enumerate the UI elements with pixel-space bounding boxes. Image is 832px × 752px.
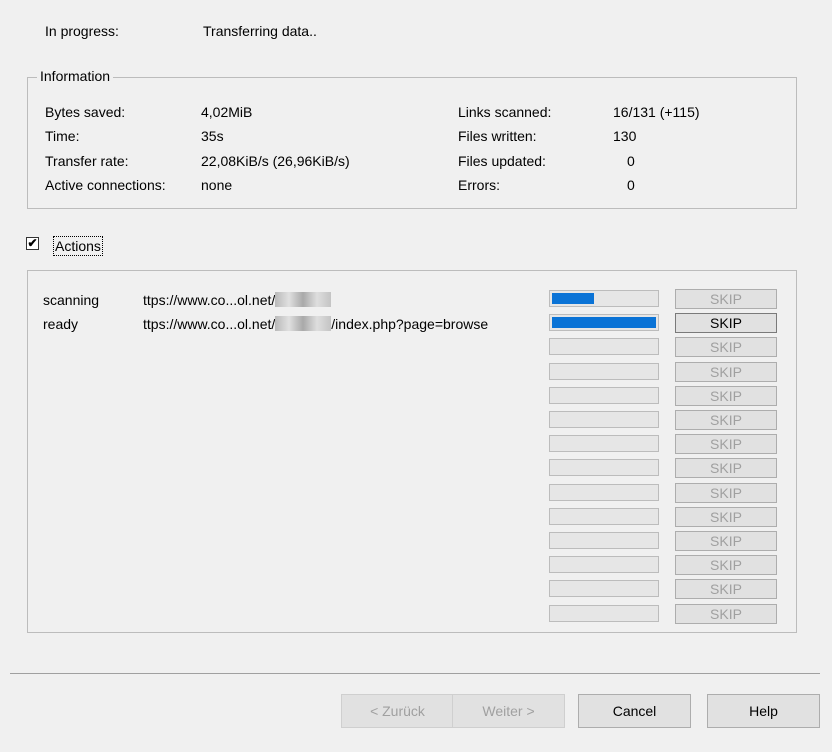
task-progress-bar xyxy=(549,435,659,452)
skip-button[interactable]: SKIP xyxy=(675,458,777,478)
next-button[interactable]: Weiter > xyxy=(452,694,565,728)
progress-fill xyxy=(552,293,594,304)
progress-fill xyxy=(552,317,656,328)
task-progress-bar xyxy=(549,363,659,380)
skip-button[interactable]: SKIP xyxy=(675,555,777,575)
time-value: 35s xyxy=(201,128,224,144)
files-written-label: Files written: xyxy=(458,128,537,144)
bytes-saved-label: Bytes saved: xyxy=(45,104,126,120)
task-progress-bar xyxy=(549,290,659,307)
task-progress-bar xyxy=(549,484,659,501)
skip-button[interactable]: SKIP xyxy=(675,362,777,382)
skip-button[interactable]: SKIP xyxy=(675,483,777,503)
links-scanned-label: Links scanned: xyxy=(458,104,552,120)
skip-button[interactable]: SKIP xyxy=(675,386,777,406)
task-progress-bar xyxy=(549,314,659,331)
cancel-button[interactable]: Cancel xyxy=(578,694,691,728)
task-progress-bar xyxy=(549,580,659,597)
actions-checkbox-label[interactable]: Actions xyxy=(53,236,103,256)
skip-button[interactable]: SKIP xyxy=(675,604,777,624)
skip-button[interactable]: SKIP xyxy=(675,410,777,430)
task-progress-bar xyxy=(549,556,659,573)
active-connections-value: none xyxy=(201,177,233,193)
task-progress-bar xyxy=(549,459,659,476)
skip-button[interactable]: SKIP xyxy=(675,434,777,454)
skip-button[interactable]: SKIP xyxy=(675,337,777,357)
task-progress-bar xyxy=(549,508,659,525)
status-value: Transferring data.. xyxy=(203,23,317,39)
time-label: Time: xyxy=(45,128,80,144)
bytes-saved-value: 4,02MiB xyxy=(201,104,253,120)
task-url: ttps://www.co...ol.net//index.php?page=b… xyxy=(143,316,489,332)
errors-value: 0 xyxy=(627,177,635,193)
errors-label: Errors: xyxy=(458,177,500,193)
help-button[interactable]: Help xyxy=(707,694,820,728)
checkmark-icon: ✔ xyxy=(27,236,38,250)
task-progress-bar xyxy=(549,338,659,355)
links-scanned-value: 16/131 (+115) xyxy=(613,104,700,120)
skip-button[interactable]: SKIP xyxy=(675,531,777,551)
redacted-segment xyxy=(275,292,332,307)
files-updated-label: Files updated: xyxy=(458,153,546,169)
active-connections-label: Active connections: xyxy=(45,177,166,193)
task-url: ttps://www.co...ol.net/ xyxy=(143,292,332,308)
actions-checkbox[interactable]: ✔ xyxy=(26,237,39,250)
files-written-value: 130 xyxy=(613,128,637,144)
transfer-rate-label: Transfer rate: xyxy=(45,153,129,169)
separator xyxy=(10,673,820,674)
task-progress-bar xyxy=(549,532,659,549)
task-status: ready xyxy=(43,316,79,332)
redacted-segment xyxy=(275,316,332,331)
task-progress-bar xyxy=(549,387,659,404)
transfer-rate-value: 22,08KiB/s (26,96KiB/s) xyxy=(201,153,350,169)
information-legend: Information xyxy=(37,68,114,84)
status-label: In progress: xyxy=(45,23,119,39)
task-status: scanning xyxy=(43,292,100,308)
files-updated-value: 0 xyxy=(627,153,635,169)
task-progress-bar xyxy=(549,411,659,428)
skip-button[interactable]: SKIP xyxy=(675,289,777,309)
skip-button[interactable]: SKIP xyxy=(675,579,777,599)
skip-button[interactable]: SKIP xyxy=(675,507,777,527)
back-button[interactable]: < Zurück xyxy=(341,694,454,728)
task-progress-bar xyxy=(549,605,659,622)
skip-button[interactable]: SKIP xyxy=(675,313,777,333)
